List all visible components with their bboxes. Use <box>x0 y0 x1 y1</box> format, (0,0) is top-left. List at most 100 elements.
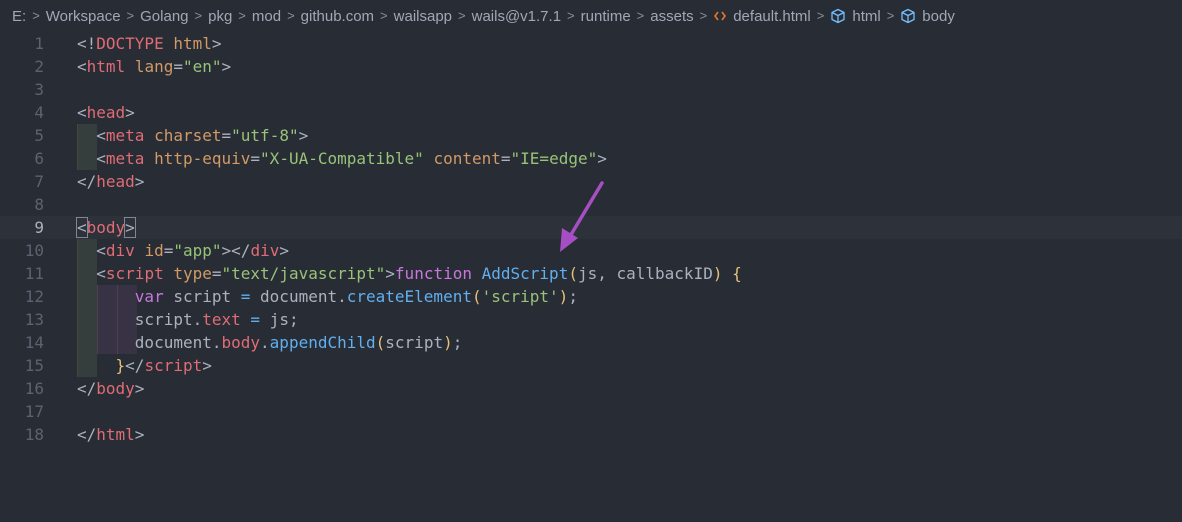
code-line[interactable]: 18 </html> <box>0 423 1182 446</box>
code-text: }</script> <box>77 354 212 377</box>
code-token: createElement <box>346 287 472 306</box>
code-token: > <box>134 425 145 444</box>
code-text: <meta charset="utf-8"> <box>77 124 308 147</box>
breadcrumb-item[interactable]: pkg <box>208 8 232 25</box>
chevron-right-icon: > <box>32 7 40 23</box>
code-token: function <box>394 264 472 283</box>
breadcrumb-item[interactable]: runtime <box>581 8 631 25</box>
code-token: < <box>77 126 106 145</box>
breadcrumb-item[interactable]: E: <box>12 8 26 25</box>
code-token: js; <box>260 310 299 329</box>
breadcrumb-item[interactable]: default.html <box>733 8 811 25</box>
code-token: script <box>144 356 203 375</box>
chevron-right-icon: > <box>194 7 203 23</box>
code-text: var script = document.createElement('scr… <box>77 285 578 308</box>
code-line[interactable]: 2 <html lang="en"> <box>0 55 1182 78</box>
code-line[interactable]: 15 }</script> <box>0 354 1182 377</box>
code-token: http-equiv <box>154 149 251 168</box>
breadcrumb-item[interactable]: Golang <box>140 8 188 25</box>
code-token: </ <box>77 172 97 191</box>
code-token: ( <box>375 333 386 352</box>
code-token: appendChild <box>269 333 376 352</box>
code-token: ; <box>568 287 578 306</box>
breadcrumb-item[interactable]: assets <box>650 8 693 25</box>
line-number: 12 <box>24 287 44 306</box>
code-token: ) <box>558 287 569 306</box>
code-token: meta <box>105 149 145 168</box>
code-token: > <box>385 264 395 283</box>
code-token: html <box>173 34 212 53</box>
code-line[interactable]: 14 document.body.appendChild(script); <box>0 331 1182 354</box>
code-token: > <box>202 356 212 375</box>
code-token: ( <box>471 287 482 306</box>
code-token: < <box>77 241 106 260</box>
code-line[interactable]: 17 <box>0 400 1182 423</box>
chevron-right-icon: > <box>886 7 895 23</box>
code-token: . <box>260 333 270 352</box>
line-number: 10 <box>24 241 44 260</box>
code-line[interactable]: 12 var script = document.createElement('… <box>0 285 1182 308</box>
code-text: <script type="text/javascript">function … <box>77 262 741 285</box>
code-token: "text/javascript" <box>221 264 386 283</box>
chevron-right-icon: > <box>458 7 466 23</box>
code-line[interactable]: 6 <meta http-equiv="X-UA-Compatible" con… <box>0 147 1182 170</box>
code-line[interactable]: 11 <script type="text/javascript">functi… <box>0 262 1182 285</box>
breadcrumb-item[interactable]: mod <box>252 8 281 25</box>
code-token: > <box>134 172 145 191</box>
breadcrumb-item[interactable]: github.com <box>301 8 374 25</box>
code-text: <div id="app"></div> <box>77 239 289 262</box>
code-token: ( <box>568 264 578 283</box>
code-token: ; <box>452 333 463 352</box>
code-line[interactable]: 13 script.text = js; <box>0 308 1182 331</box>
chevron-right-icon: > <box>699 7 708 23</box>
code-token: = <box>211 264 222 283</box>
code-token: charset <box>154 126 222 145</box>
line-number: 9 <box>34 218 44 237</box>
code-line[interactable]: 5 <meta charset="utf-8"> <box>0 124 1182 147</box>
code-token: < <box>77 149 106 168</box>
chevron-right-icon: > <box>126 7 135 23</box>
code-line[interactable]: 1 <!DOCTYPE html> <box>0 32 1182 55</box>
breadcrumb-item[interactable]: Workspace <box>46 8 121 25</box>
code-token: DOCTYPE <box>96 34 164 53</box>
breadcrumb-item[interactable]: wails@v1.7.1 <box>472 8 561 25</box>
code-token: div <box>250 241 280 260</box>
code-token: ) <box>443 333 453 352</box>
breadcrumb-item[interactable]: wailsapp <box>394 8 452 25</box>
chevron-right-icon: > <box>567 7 575 23</box>
code-token: "en" <box>182 57 222 76</box>
code-token: < <box>77 103 87 122</box>
code-token: content <box>433 149 501 168</box>
breadcrumb-item[interactable]: html <box>852 8 880 25</box>
code-token: head <box>86 103 126 122</box>
code-token: type <box>173 264 212 283</box>
code-token: meta <box>105 126 145 145</box>
code-line[interactable]: 3 <box>0 78 1182 101</box>
code-token: < <box>77 264 106 283</box>
line-number: 13 <box>24 310 44 329</box>
code-token: "IE=edge" <box>510 149 598 168</box>
chevron-right-icon: > <box>287 7 295 23</box>
code-token: "X-UA-Compatible" <box>260 149 424 168</box>
line-number: 8 <box>34 195 44 214</box>
code-token: js, callbackID <box>577 264 713 283</box>
editor-text-area[interactable]: 1 <!DOCTYPE html> 2 <html lang="en"> 3 4 <head… <box>0 32 1182 522</box>
code-token: script <box>385 333 444 352</box>
code-line[interactable]: 4 <head> <box>0 101 1182 124</box>
code-token: = <box>250 310 261 329</box>
code-line[interactable]: 16 </body> <box>0 377 1182 400</box>
line-number: 7 <box>34 172 44 191</box>
code-token: > <box>221 57 232 76</box>
line-number: 3 <box>34 80 44 99</box>
chevron-right-icon: > <box>816 7 825 23</box>
code-token: </ <box>125 356 145 375</box>
breadcrumb-item[interactable]: body <box>922 8 955 25</box>
